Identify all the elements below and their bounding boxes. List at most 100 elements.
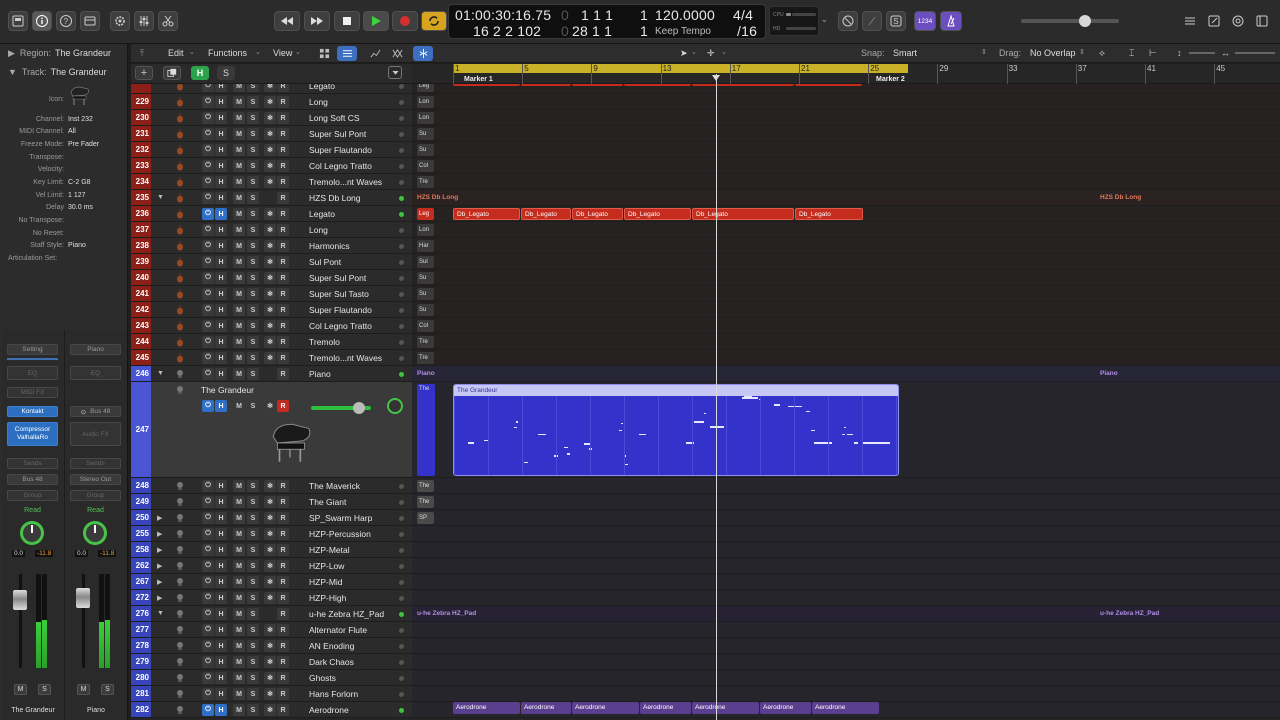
power-icon[interactable]: ⏻ [202,288,214,300]
setting-button[interactable]: Setting [7,344,58,355]
track-r-button[interactable]: R [277,224,289,236]
disclosure-down-icon[interactable]: ▼ [157,194,164,201]
track-row[interactable]: 229 ⏻ H M S ✻ R Long [131,94,412,110]
track-row[interactable]: 248 ⏻ H M S ✻ R The Maverick [131,478,412,494]
track-options-button[interactable] [388,66,402,79]
region-legato[interactable] [692,84,794,86]
track-name[interactable]: Sul Pont [309,254,341,270]
group-slot[interactable]: Group [70,490,121,501]
settings-button[interactable] [110,11,130,31]
midi-note[interactable] [514,426,517,429]
track-name[interactable]: Tremolo [309,334,340,350]
solo-button[interactable]: S [38,684,51,695]
track-freeze-button[interactable]: ✻ [264,256,276,268]
region-db-legato[interactable]: Db_Legato [453,208,520,220]
track-h-button[interactable]: H [215,288,227,300]
volume-db[interactable]: 0.0 [75,550,89,557]
power-icon[interactable]: ⏻ [202,96,214,108]
mini-region[interactable]: Su [417,288,434,300]
midi-note[interactable] [814,442,832,444]
track-s-button[interactable]: S [247,160,259,172]
disclosure-down-icon[interactable]: ▼ [157,370,164,377]
track-r-button[interactable]: R [277,368,289,380]
track-name[interactable]: HZP-Low [309,558,344,574]
mini-region[interactable]: Leg [417,208,434,220]
power-icon[interactable]: ⏻ [202,112,214,124]
track-m-button[interactable]: M [233,96,245,108]
track-name[interactable]: AN Enoding [309,638,354,654]
track-s-button[interactable]: S [247,208,259,220]
track-h-button[interactable]: H [215,320,227,332]
power-icon[interactable]: ⏻ [202,320,214,332]
track-r-button[interactable]: R [277,144,289,156]
track-m-button[interactable]: M [233,208,245,220]
midi-note[interactable] [694,421,704,423]
track-freeze-button[interactable]: ✻ [264,320,276,332]
library-button[interactable] [8,11,28,31]
power-icon[interactable]: ⏻ [202,176,214,188]
track-h-button[interactable]: H [215,592,227,604]
track-s-button[interactable]: S [247,256,259,268]
track-name[interactable]: Col Legno Tratto [309,318,372,334]
sends-slot[interactable]: Sends [7,458,58,469]
midi-note[interactable] [744,395,752,397]
track-r-button[interactable]: R [277,128,289,140]
toolbar-toggle-button[interactable] [80,11,100,31]
power-icon[interactable]: ⏻ [202,84,214,92]
region-aerodrone[interactable]: Aerodrone [760,702,811,714]
track-freeze-button[interactable]: ✻ [264,208,276,220]
region-aerodrone[interactable]: Aerodrone [572,702,639,714]
track-freeze-button[interactable]: ✻ [264,640,276,652]
track-row[interactable]: 276 ▼ ⏻ H M S Ru-he Zebra HZ_Pad [131,606,412,622]
master-volume-slider[interactable] [1021,15,1119,27]
track-s-button[interactable]: S [247,688,259,700]
edit-menu[interactable]: Edit [168,48,184,58]
mini-region[interactable]: Tre [417,352,434,364]
power-icon[interactable]: ⏻ [202,160,214,172]
track-m-button[interactable]: M [233,304,245,316]
region-db-legato[interactable]: Db_Legato [572,208,623,220]
track-s-button[interactable]: S [247,672,259,684]
track-h-button[interactable]: H [215,96,227,108]
lcd-display[interactable]: 01:00:30:16.75 0 1 1 1 1 16 2 2 102 0 28… [448,4,766,39]
solo-mode-button[interactable]: S [886,11,906,31]
track-r-button[interactable]: R [277,656,289,668]
track-name[interactable]: Legato [309,206,335,222]
track-m-button[interactable]: M [233,640,245,652]
power-icon[interactable]: ⏻ [202,688,214,700]
track-m-button[interactable]: M [233,160,245,172]
track-row[interactable]: 231 ⏻ H M S ✻ R Super Sul Pont [131,126,412,142]
track-freeze-button[interactable]: ✻ [264,224,276,236]
volume-fader-track[interactable] [19,574,22,668]
mini-region[interactable]: Col [417,160,434,172]
editors-button[interactable] [158,11,178,31]
track-r-button[interactable]: R [277,320,289,332]
vertical-zoom-slider[interactable] [1189,52,1215,54]
track-name[interactable]: u-he Zebra HZ_Pad [309,606,384,622]
track-name[interactable]: Long Soft CS [309,110,360,126]
track-row[interactable]: 239 ⏻ H M S ✻ R Sul Pont [131,254,412,270]
track-m-button[interactable]: M [233,272,245,284]
region-aerodrone[interactable]: Aerodrone [521,702,571,714]
track-s-button[interactable]: S [247,240,259,252]
track-freeze-button[interactable]: ✻ [264,496,276,508]
track-s-button[interactable]: S [247,576,259,588]
track-row[interactable]: 249 ⏻ H M S ✻ R The Giant [131,494,412,510]
track-name[interactable]: Super Sul Tasto [309,286,369,302]
power-icon[interactable]: ⏻ [202,144,214,156]
grand-piano-icon[interactable] [68,84,92,108]
track-h-button[interactable]: H [215,208,227,220]
track-row[interactable]: 234 ⏻ H M S ✻ R Tremolo...nt Waves [131,174,412,190]
track-m-button[interactable]: M [233,352,245,364]
region-legato[interactable] [521,84,571,86]
track-h-button[interactable]: H [215,144,227,156]
track-r-button[interactable]: R [277,624,289,636]
midi-note[interactable] [811,429,815,431]
track-name[interactable]: Ghosts [309,670,336,686]
tuner-button[interactable] [862,11,882,31]
track-freeze-button[interactable]: ✻ [264,96,276,108]
count-in-button[interactable]: 1234 [914,11,936,31]
inspector-button[interactable] [32,11,52,31]
mute-button[interactable]: M [14,684,27,695]
track-m-button[interactable]: M [233,624,245,636]
